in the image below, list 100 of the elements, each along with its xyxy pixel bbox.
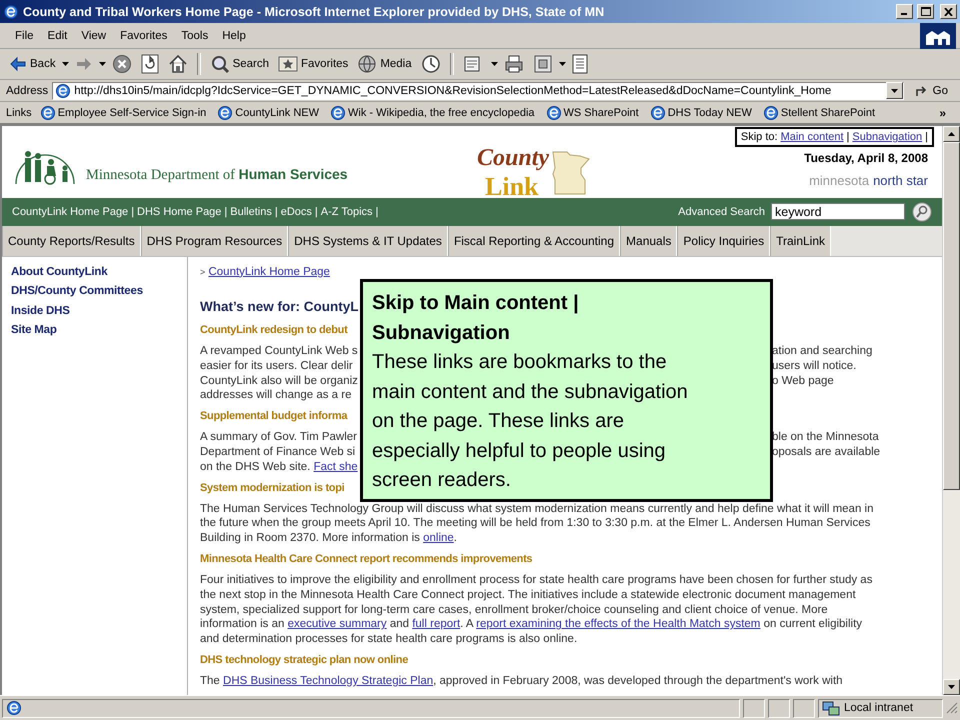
globe-icon	[357, 54, 378, 74]
paragraph-fragment: A summary of Gov. Tim Pawler Department of Finance Web si on the DHS Web site. Fact she	[200, 430, 358, 474]
breadcrumb-marker: >	[200, 266, 206, 277]
browser-page-icon	[650, 104, 666, 120]
browser-page-icon	[6, 700, 22, 716]
minimize-button[interactable]	[896, 4, 913, 19]
menu-item[interactable]: Tools	[174, 26, 216, 44]
stop-icon	[112, 54, 132, 74]
menu-item[interactable]: Favorites	[113, 26, 174, 44]
network-icon	[822, 700, 840, 716]
browser-page-icon	[55, 82, 72, 98]
sidebar-link[interactable]: About CountyLink	[11, 264, 187, 280]
left-arrow-icon	[9, 56, 27, 72]
separator-text: |	[376, 206, 378, 218]
paragraph-fragment: A revamped CountyLink Web s easier for its users. Clear delir CountyLink also will be organiz addresses will change as a re	[200, 344, 358, 404]
menu-item[interactable]: Edit	[40, 26, 74, 44]
news-paragraph: The Human Services Technology Group will discuss what system modernization means currently and help define what it will mean in the future when the group meets April 10. The meeting will be held from 1:30 to 3:30 p.m. at the Elmer L. Andersen Human Services Building in Room 2370. More information is online.	[200, 502, 874, 546]
nav-link[interactable]: Bulletins	[230, 206, 272, 218]
callout-title: Skip to Main content | Subnavigation	[372, 291, 580, 346]
nav-link[interactable]: A-Z Topics	[320, 206, 373, 218]
scrollbar-thumb[interactable]	[943, 142, 960, 490]
browser-page-icon	[762, 104, 779, 120]
menu-item[interactable]: View	[74, 26, 114, 44]
menu-item[interactable]: File	[8, 26, 41, 44]
text-link[interactable]: online	[423, 532, 454, 544]
paragraph-fragment: ble on the Minnesota oposals are available	[772, 430, 880, 460]
nav-tab[interactable]: County Reports/Results	[2, 226, 141, 256]
brand-text: north star	[873, 173, 928, 188]
brand-text: minnesota	[809, 173, 870, 188]
text-link[interactable]: full report	[412, 618, 460, 630]
window-title: County and Tribal Workers Home Page - Microsoft Internet Explorer provided by DHS, State of MN	[23, 4, 606, 18]
date-text: Tuesday, April 8, 2008	[804, 151, 929, 165]
separator-text: |	[224, 206, 228, 218]
dropdown-arrow-icon	[490, 62, 498, 66]
link-bar-item[interactable]: Wik - Wikipedia, the free encyclopedia	[327, 104, 538, 120]
nav-link[interactable]: CountyLink Home Page	[12, 206, 128, 218]
nav-link[interactable]: DHS Home Page	[137, 206, 222, 218]
back-button[interactable]: Back	[6, 54, 59, 74]
menu-item[interactable]: Help	[215, 26, 253, 44]
favorites-button[interactable]: Favorites	[275, 53, 352, 75]
search-field[interactable]: keyword	[771, 203, 905, 220]
text-link[interactable]: report examining the effects of the Health Match system	[476, 618, 760, 630]
maximize-button[interactable]	[917, 4, 934, 19]
go-button[interactable]: Go	[908, 84, 954, 98]
square-icon	[532, 54, 553, 74]
search-button[interactable]: Search	[206, 52, 272, 76]
nav-tab[interactable]: DHS Program Resources	[140, 226, 288, 256]
scrollbar-track[interactable]	[942, 126, 960, 695]
nav-tab[interactable]: Fiscal Reporting & Accounting	[448, 226, 620, 256]
breadcrumb-link[interactable]: CountyLink Home Page	[208, 266, 330, 278]
text-link[interactable]: Fact she	[314, 460, 358, 473]
separator-text: |	[314, 206, 318, 218]
nav-tab[interactable]: TrainLink	[770, 226, 832, 256]
refresh-icon	[140, 54, 159, 74]
search-icon	[210, 54, 230, 74]
zone-text: Local intranet	[844, 702, 914, 714]
address-field[interactable]: http://dhs10in5/main/idcplg?IdcService=GET_DYNAMIC_CONVERSION&RevisionSelectionMethod=LatestReleased&dDocName=Countylink_Home	[52, 82, 904, 100]
logo-text: County	[477, 144, 550, 172]
link-bar-item[interactable]: WS SharePoint	[542, 104, 642, 120]
skip-link[interactable]: Subnavigation	[852, 131, 922, 143]
up-arrow-icon	[948, 132, 955, 136]
skip-label: Skip to:	[740, 131, 778, 143]
link-bar-item[interactable]: CountyLink NEW	[214, 104, 322, 120]
maximize-icon	[920, 7, 930, 16]
printer-icon	[504, 54, 524, 74]
skip-link[interactable]: Main content	[780, 131, 844, 143]
more-links-button[interactable]: »	[939, 106, 954, 120]
right-arrow-icon	[74, 56, 93, 72]
news-heading: DHS technology strategic plan now online	[200, 653, 408, 668]
separator-text: |	[274, 206, 278, 218]
news-paragraph: Four initiatives to improve the eligibility and enrollment process for state health care programs have been chosen for further study as the next stop in the Minnesota Health Care Connect project. The initiatives include a statewide electronic document management system, specialized support for long-term care cases, enrollment broker/choice counseling and client choice of venue. More information is an executive summary and full report. A report examining the effects of the Health Match system on current eligibility and determination processes for state health care programs is also online.	[200, 573, 874, 647]
nav-tab[interactable]: Manuals	[620, 226, 678, 256]
agency-name: Minnesota Department of Human Services	[86, 166, 348, 185]
links-label: Links	[6, 106, 32, 118]
browser-page-icon	[217, 104, 234, 120]
sidebar-link[interactable]: Site Map	[11, 323, 187, 338]
text-link[interactable]: DHS Business Technology Strategic Plan	[223, 675, 434, 687]
resize-grip-icon	[946, 702, 958, 714]
link-bar-item[interactable]: DHS Today NEW	[646, 104, 755, 120]
nav-link[interactable]: eDocs	[280, 206, 312, 218]
browser-icon	[3, 4, 19, 20]
news-heading: Supplemental budget informa	[200, 409, 348, 424]
scroll-up-button[interactable]	[943, 126, 960, 142]
nav-tab[interactable]: DHS Systems & IT Updates	[288, 226, 448, 256]
dropdown-arrow-icon	[98, 62, 106, 66]
sidebar-link[interactable]: DHS/County Committees	[11, 284, 187, 299]
close-button[interactable]	[940, 4, 957, 19]
media-button[interactable]: Media	[354, 52, 415, 76]
link-bar-item[interactable]: Stellent SharePoint	[760, 104, 878, 120]
callout-text: These links are bookmarks to the main content and the subnavigation on the page. These links are especially helpful to people using screen readers.	[372, 350, 689, 493]
separator-text: |	[131, 206, 134, 218]
scroll-down-button[interactable]	[943, 679, 960, 695]
home-icon	[168, 54, 188, 74]
text-link[interactable]: executive summary	[288, 618, 387, 630]
nav-tab[interactable]: Policy Inquiries	[677, 226, 770, 256]
link-bar-item[interactable]: Employee Self-Service Sign-in	[36, 104, 210, 120]
sidebar-link[interactable]: Inside DHS	[11, 304, 187, 318]
news-heading: CountyLink redesign to debut	[200, 323, 348, 338]
dropdown-button[interactable]	[886, 82, 903, 99]
separator-text: |	[846, 131, 850, 143]
